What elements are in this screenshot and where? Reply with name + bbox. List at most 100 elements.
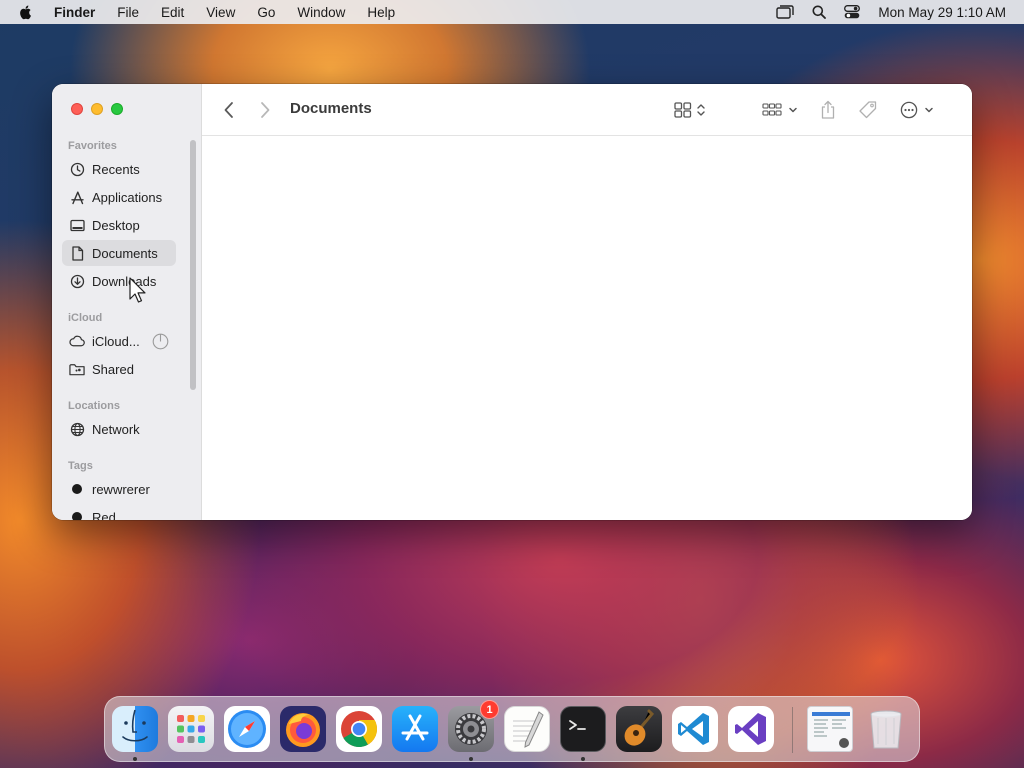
chevron-left-icon <box>224 102 233 118</box>
sidebar-tag-red[interactable]: Red <box>62 504 176 520</box>
dock-finder[interactable] <box>112 706 158 752</box>
menu-edit[interactable]: Edit <box>161 5 184 20</box>
dock-textedit[interactable] <box>504 706 550 752</box>
minimize-button[interactable] <box>91 103 103 115</box>
menu-help[interactable]: Help <box>367 5 395 20</box>
running-indicator <box>469 757 473 761</box>
maximize-button[interactable] <box>111 103 123 115</box>
mouse-pointer-icon <box>129 277 146 303</box>
apple-logo-icon[interactable] <box>18 4 34 20</box>
group-icon <box>762 103 782 116</box>
dock-firefox[interactable] <box>280 706 326 752</box>
desktop-icon <box>69 217 85 233</box>
more-actions-button[interactable] <box>900 98 934 122</box>
back-button[interactable] <box>222 98 236 122</box>
textedit-icon <box>513 711 544 748</box>
sidebar-heading-icloud: iCloud <box>68 312 103 324</box>
sidebar-item-desktop[interactable]: Desktop <box>62 212 176 238</box>
sidebar-heading-favorites: Favorites <box>68 140 117 152</box>
sidebar-item-downloads[interactable]: Downloads <box>62 268 176 294</box>
sidebar-tag-rewwrerer[interactable]: rewwrerer <box>62 476 176 502</box>
screen-mirroring-icon[interactable] <box>776 5 795 19</box>
tag-button[interactable] <box>858 98 878 122</box>
sidebar-item-label: Network <box>92 421 140 437</box>
visual-studio-icon <box>735 713 766 745</box>
view-mode-button[interactable] <box>674 98 706 122</box>
dock-terminal[interactable] <box>560 706 606 752</box>
sidebar-item-documents[interactable]: Documents <box>62 240 176 266</box>
finder-face-icon <box>122 709 148 742</box>
document-icon <box>69 245 85 261</box>
sidebar-heading-locations: Locations <box>68 400 120 412</box>
document-preview-icon <box>812 712 850 748</box>
dock-vscode[interactable] <box>672 706 718 752</box>
sidebar-item-label: Documents <box>92 245 158 261</box>
menu-clock[interactable]: Mon May 29 1:10 AM <box>878 5 1006 20</box>
toolbar: Documents <box>202 84 972 136</box>
sidebar-scrollbar[interactable] <box>190 140 196 390</box>
sidebar-item-label: Recents <box>92 161 140 177</box>
share-icon <box>821 100 835 119</box>
dock-trash[interactable] <box>863 706 909 752</box>
menu-file[interactable]: File <box>117 5 139 20</box>
window-title: Documents <box>290 100 372 117</box>
sidebar-item-label: Desktop <box>92 217 140 233</box>
dock-app-store[interactable] <box>392 706 438 752</box>
applications-icon <box>69 189 85 205</box>
dock: 1 <box>104 696 920 762</box>
vscode-icon <box>678 713 709 745</box>
shared-folder-icon <box>69 361 85 377</box>
firefox-icon <box>286 713 320 747</box>
sidebar: Favorites Recents Applications Desktop D… <box>52 84 202 520</box>
terminal-prompt-icon <box>569 720 586 730</box>
dock-separator <box>792 707 793 753</box>
tag-color-dot <box>72 484 82 494</box>
trash-icon <box>870 710 902 749</box>
dock-visual-studio[interactable] <box>728 706 774 752</box>
sync-progress-icon <box>152 333 169 353</box>
safari-compass-icon <box>228 710 266 748</box>
forward-button[interactable] <box>258 98 272 122</box>
dock-launchpad[interactable] <box>168 706 214 752</box>
running-indicator <box>133 757 137 761</box>
running-indicator <box>581 757 585 761</box>
sidebar-item-network[interactable]: Network <box>62 416 176 442</box>
share-button[interactable] <box>820 98 836 122</box>
dock-preview-document[interactable] <box>807 706 853 752</box>
menu-window[interactable]: Window <box>297 5 345 20</box>
icon-grid-icon <box>674 102 692 118</box>
menu-go[interactable]: Go <box>257 5 275 20</box>
cloud-icon <box>69 333 85 349</box>
app-store-icon <box>401 714 429 741</box>
notification-badge: 1 <box>480 700 499 719</box>
sidebar-item-shared[interactable]: Shared <box>62 356 176 382</box>
sidebar-item-label: Shared <box>92 361 134 377</box>
menu-bar: Finder File Edit View Go Window Help Mon… <box>0 0 1024 24</box>
tag-icon <box>859 101 877 119</box>
finder-window: Favorites Recents Applications Desktop D… <box>52 84 972 520</box>
sidebar-heading-tags: Tags <box>68 460 93 472</box>
file-browser-area[interactable] <box>202 136 972 520</box>
dock-chrome[interactable] <box>336 706 382 752</box>
window-controls <box>71 103 123 115</box>
tag-color-dot <box>72 512 82 520</box>
chevron-right-icon <box>261 102 270 118</box>
sidebar-item-recents[interactable]: Recents <box>62 156 176 182</box>
spotlight-search-icon[interactable] <box>812 5 827 19</box>
group-by-button[interactable] <box>762 98 798 122</box>
chevron-down-icon <box>789 107 797 113</box>
menu-app-name[interactable]: Finder <box>54 5 95 20</box>
sidebar-item-label: iCloud... <box>92 333 140 349</box>
guitar-icon <box>624 709 655 746</box>
dock-garageband[interactable] <box>616 706 662 752</box>
dock-safari[interactable] <box>224 706 270 752</box>
clock-icon <box>69 161 85 177</box>
control-center-icon[interactable] <box>844 5 861 19</box>
sidebar-item-label: Applications <box>92 189 163 205</box>
download-icon <box>69 273 85 289</box>
sidebar-item-icloud-drive[interactable]: iCloud... <box>62 328 186 354</box>
close-button[interactable] <box>71 103 83 115</box>
menu-view[interactable]: View <box>206 5 235 20</box>
sidebar-item-label: Red <box>92 509 116 521</box>
sidebar-item-applications[interactable]: Applications <box>62 184 176 210</box>
